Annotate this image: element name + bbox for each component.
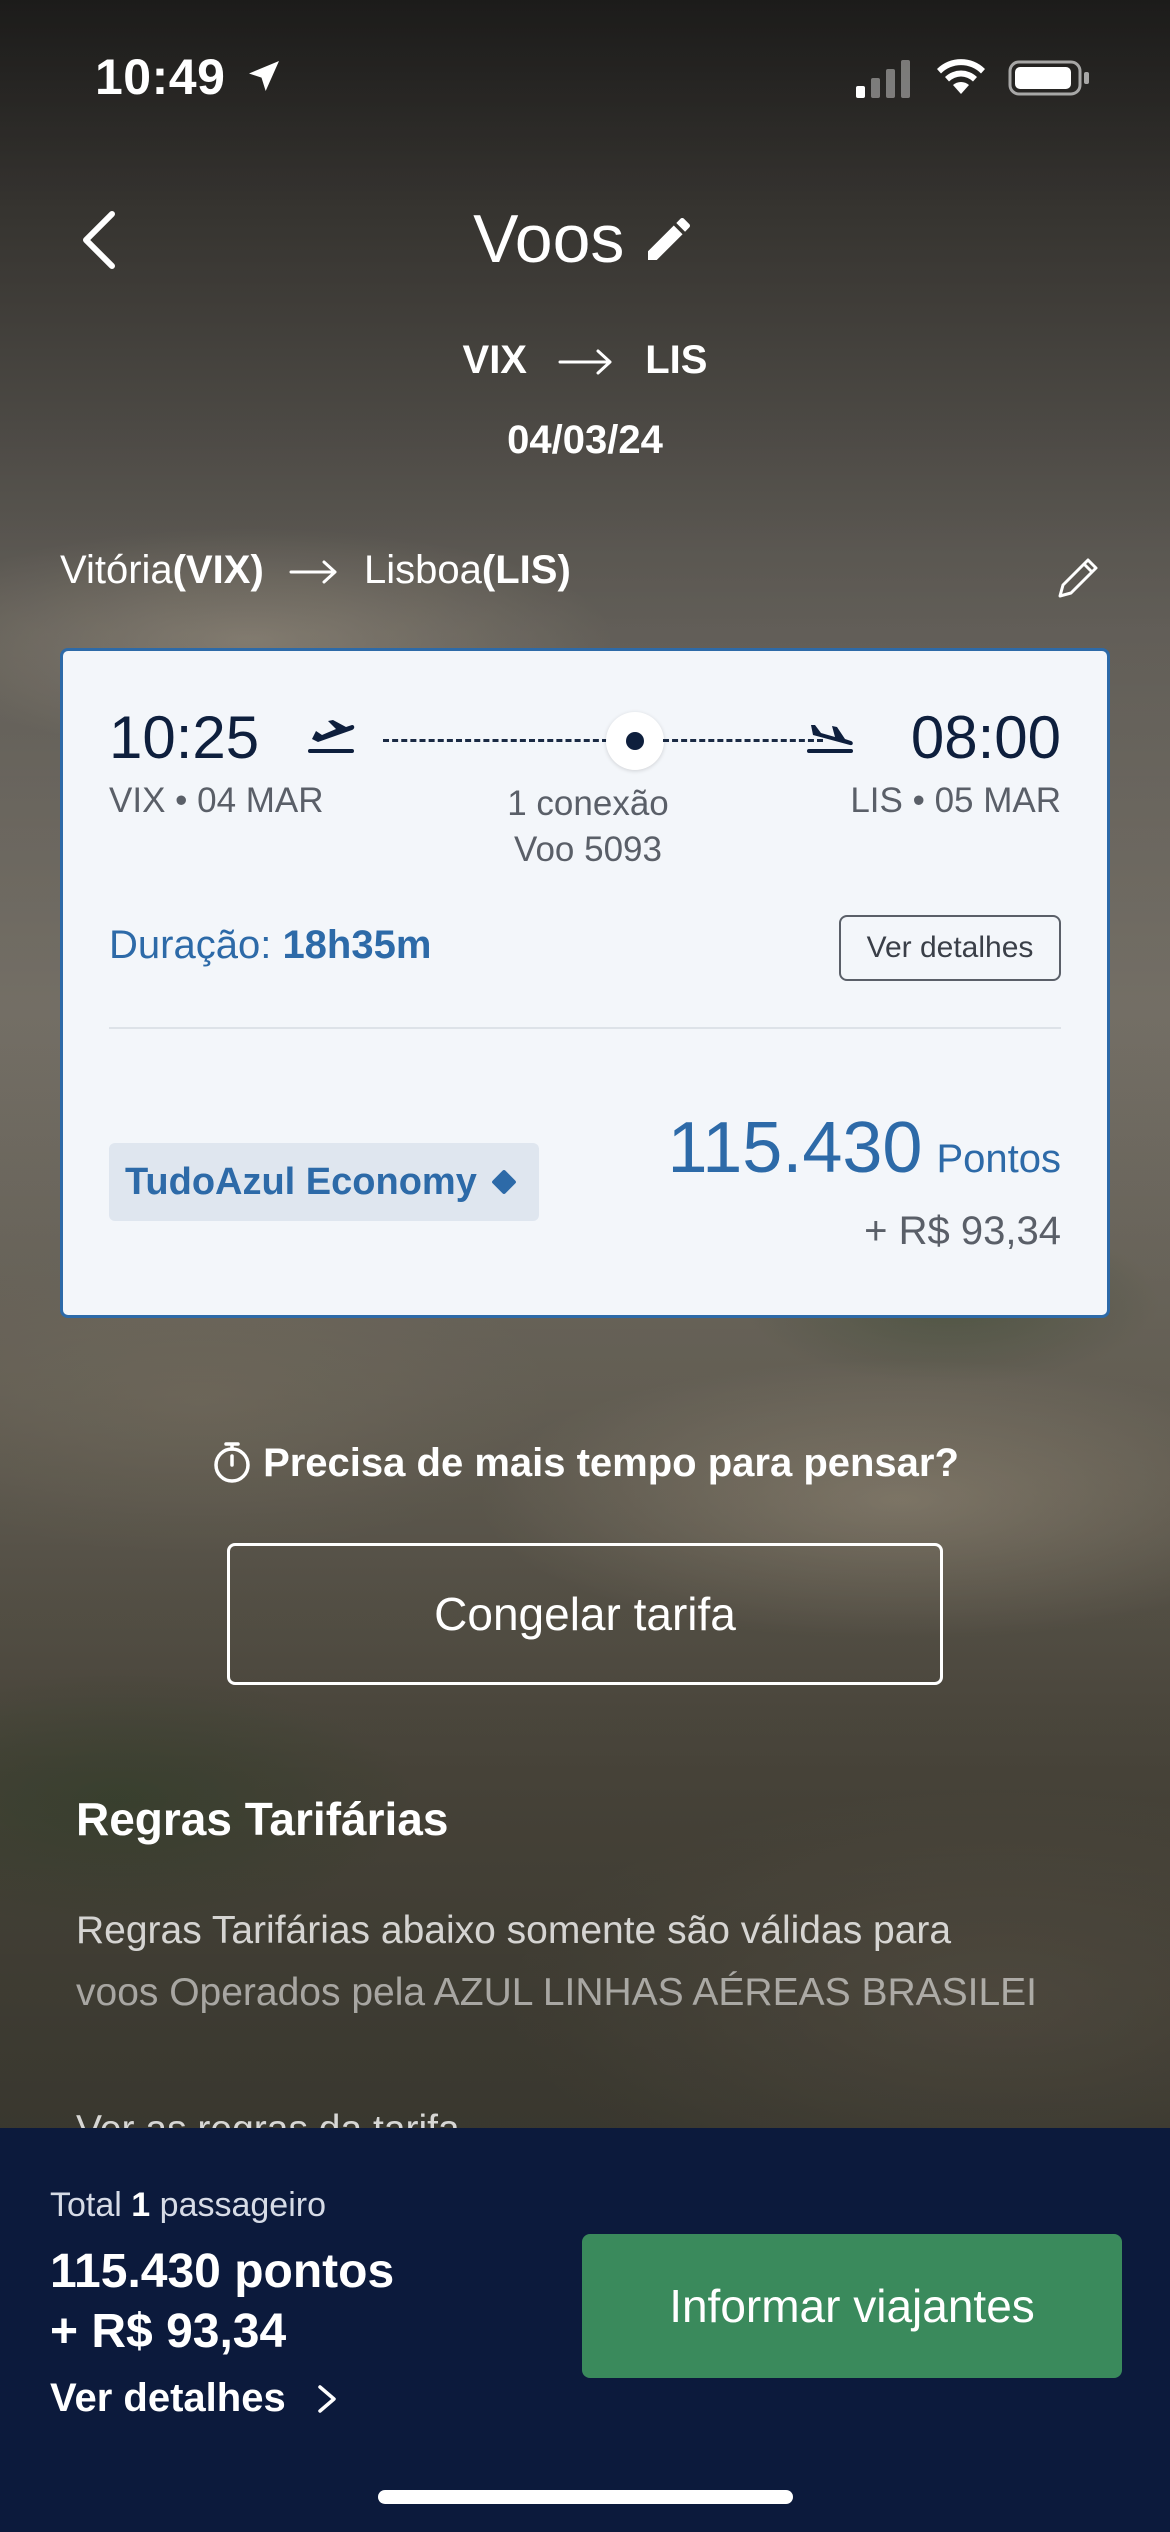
passenger-count: 1 xyxy=(131,2186,151,2224)
cellular-signal-icon xyxy=(856,60,910,98)
pencil-icon[interactable] xyxy=(641,211,697,267)
arrow-right-icon xyxy=(289,560,337,584)
landing-icon xyxy=(807,725,853,753)
money-total: + R$ 93,34 xyxy=(50,2305,287,2358)
travel-date: 04/03/24 xyxy=(507,418,663,462)
points-total: 115.430 pontos xyxy=(50,2245,395,2298)
total-prefix: Total xyxy=(50,2186,122,2224)
freeze-question-text: Precisa de mais tempo para pensar? xyxy=(263,1441,959,1485)
leg-origin-code: (VIX) xyxy=(172,548,264,592)
flight-card[interactable]: 10:25 08:00 VIX • 04 MAR 1 conexão Voo 5… xyxy=(60,648,1110,1318)
stopwatch-icon xyxy=(214,1442,250,1483)
wifi-icon xyxy=(937,59,985,94)
inform-travelers-button[interactable]: Informar viajantes xyxy=(582,2234,1122,2378)
flight-number: Voo 5093 xyxy=(514,830,662,869)
route-summary: VIX LIS xyxy=(0,338,1170,383)
price-details-label: Ver detalhes xyxy=(50,2376,286,2420)
card-divider xyxy=(109,1027,1061,1029)
takeoff-icon xyxy=(308,720,355,753)
price-details-link[interactable]: Ver detalhes xyxy=(50,2376,340,2421)
status-bar: 10:49 xyxy=(0,0,1170,150)
duration-label: Duração: xyxy=(109,923,272,967)
connection-dot xyxy=(606,712,664,770)
passenger-label: passageiro xyxy=(159,2186,326,2224)
freeze-question: Precisa de mais tempo para pensar? xyxy=(0,1440,1170,1486)
battery-icon xyxy=(1008,60,1089,96)
leg-origin-city: Vitória xyxy=(60,548,173,592)
rules-line-2: voos Operados pela AZUL LINHAS AÉREAS BR… xyxy=(76,1971,1038,2014)
passenger-total: Total 1 passageiro xyxy=(50,2186,326,2225)
points-unit: Pontos xyxy=(936,1137,1061,1181)
leg-destination-code: (LIS) xyxy=(481,548,571,592)
leg-route: Vitória(VIX) Lisboa(LIS) xyxy=(60,548,571,593)
fare-badge: TudoAzul Economy xyxy=(109,1143,539,1221)
home-indicator xyxy=(378,2490,793,2504)
rules-line-1: Regras Tarifárias abaixo somente são vál… xyxy=(76,1909,952,1952)
flight-duration: Duração: 18h35m xyxy=(109,923,431,968)
duration-value: 18h35m xyxy=(282,923,432,967)
page-title: Voos xyxy=(473,201,625,277)
freeze-fare-button[interactable]: Congelar tarifa xyxy=(227,1543,943,1685)
checkout-bar: Total 1 passageiro 115.430 pontos + R$ 9… xyxy=(0,2128,1170,2532)
departure-time: 10:25 xyxy=(109,704,260,771)
fare-name: TudoAzul Economy xyxy=(125,1160,477,1203)
chevron-right-icon xyxy=(317,2384,336,2413)
arrival-info: LIS • 05 MAR xyxy=(850,781,1061,820)
route-line xyxy=(663,739,823,742)
origin-code: VIX xyxy=(462,338,527,382)
rules-title: Regras Tarifárias xyxy=(76,1793,449,1845)
money-price: + R$ 93,34 xyxy=(864,1209,1061,1253)
flight-details-button[interactable]: Ver detalhes xyxy=(839,915,1061,981)
arrival-time: 08:00 xyxy=(910,704,1061,771)
location-arrow-icon xyxy=(249,61,279,91)
route-line xyxy=(383,739,608,742)
rules-text: Regras Tarifárias abaixo somente são vál… xyxy=(76,1900,1096,2024)
destination-code: LIS xyxy=(645,338,708,382)
diamond-icon xyxy=(491,1169,517,1195)
points-price: 115.430 Pontos xyxy=(668,1107,1061,1189)
points-value: 115.430 xyxy=(667,1108,923,1188)
edit-pencil-icon[interactable] xyxy=(1050,550,1106,606)
arrow-right-icon xyxy=(558,349,612,375)
status-time: 10:49 xyxy=(95,49,226,105)
page-header: Voos xyxy=(0,200,1170,278)
leg-destination-city: Lisboa xyxy=(364,548,482,592)
